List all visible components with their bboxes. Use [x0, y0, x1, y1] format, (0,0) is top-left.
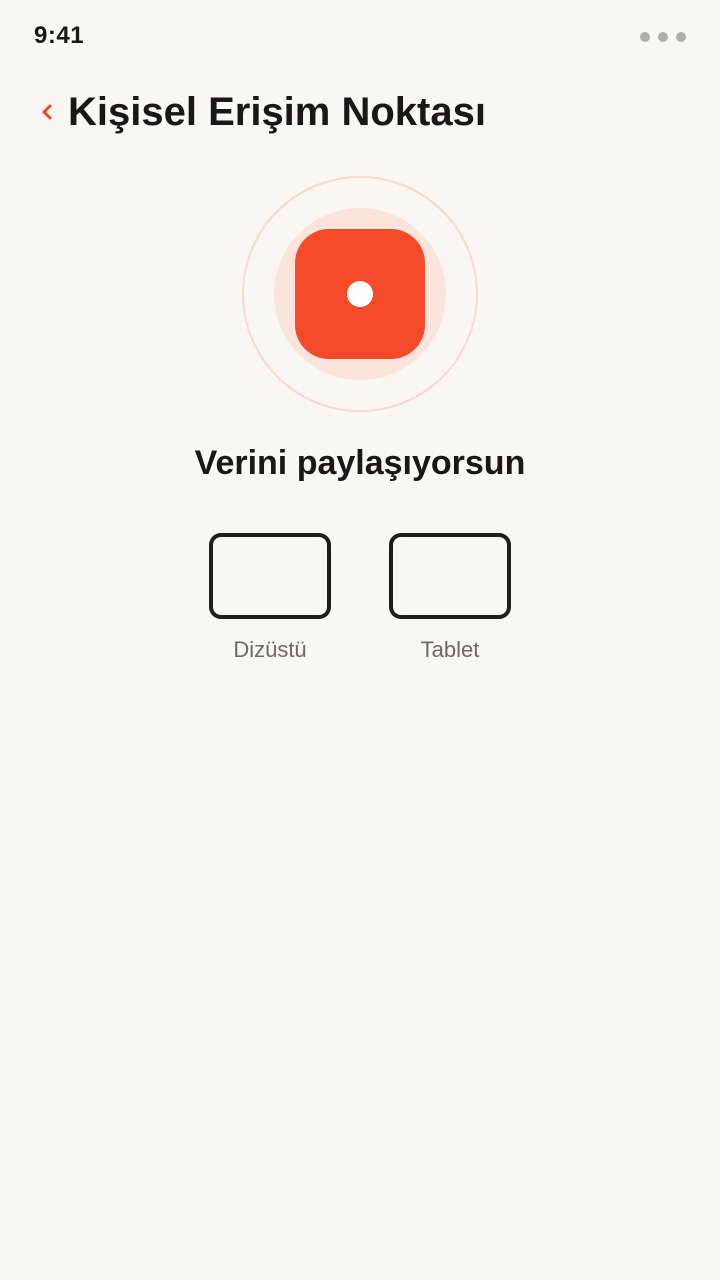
sharing-status: Verini paylaşıyorsun — [194, 444, 526, 482]
connected-devices: Dizüstü Tablet — [0, 533, 720, 673]
dot — [676, 32, 686, 42]
status-time: 9:41 — [34, 22, 85, 49]
device-label: Tablet — [420, 637, 480, 662]
header: Kişisel Erişim Noktası — [40, 84, 486, 140]
device-tablet[interactable]: Tablet — [380, 533, 520, 663]
dot — [658, 32, 668, 42]
page-title: Kişisel Erişim Noktası — [68, 89, 486, 134]
hotspot-dot — [347, 281, 373, 307]
device-laptop[interactable]: Dizüstü — [200, 533, 340, 663]
hotspot-indicator — [242, 176, 478, 412]
chevron-left-icon — [42, 104, 52, 120]
more-dots-icon[interactable] — [640, 32, 686, 42]
back-button[interactable] — [40, 84, 64, 140]
laptop-icon — [209, 533, 331, 619]
tablet-icon — [389, 533, 511, 619]
hotspot-icon[interactable] — [295, 229, 425, 359]
device-label: Dizüstü — [233, 637, 307, 662]
dot — [640, 32, 650, 42]
status-bar: 9:41 — [0, 0, 720, 76]
